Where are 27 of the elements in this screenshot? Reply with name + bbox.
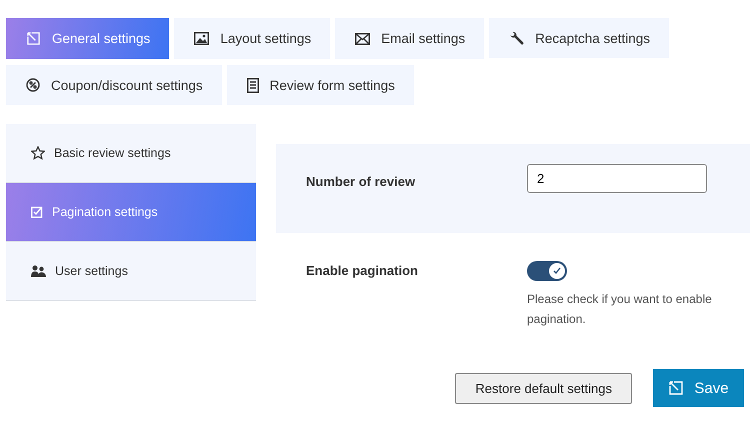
percent-icon bbox=[26, 78, 40, 92]
number-field[interactable]: 2 bbox=[527, 164, 707, 193]
settings-tab[interactable]: Layout settings bbox=[174, 18, 330, 59]
edit-icon bbox=[26, 31, 41, 46]
save-button[interactable]: Save bbox=[653, 369, 744, 407]
star-icon bbox=[31, 146, 45, 160]
save-icon bbox=[668, 380, 684, 396]
settings-tab[interactable]: Email settings bbox=[335, 18, 484, 59]
settings-tab[interactable]: Recaptcha settings bbox=[489, 18, 669, 58]
document-icon bbox=[246, 78, 259, 92]
image-icon bbox=[194, 32, 210, 45]
users-icon bbox=[31, 265, 46, 277]
settings-tab[interactable]: Review form settings bbox=[226, 65, 414, 105]
toggle-switch[interactable] bbox=[527, 261, 567, 281]
restore-defaults-button[interactable]: Restore default settings bbox=[455, 372, 632, 404]
setting-label: Number of review bbox=[306, 174, 416, 191]
checkbox-icon bbox=[31, 206, 43, 218]
sidebar-item[interactable]: User settings bbox=[6, 242, 256, 301]
help-text: Please check if you want to enable pagination. bbox=[527, 291, 713, 328]
wrench-icon bbox=[509, 30, 524, 46]
settings-tab[interactable]: Coupon/discount settings bbox=[6, 65, 222, 105]
sidebar-item[interactable]: Pagination settings bbox=[6, 183, 256, 242]
envelope-icon bbox=[355, 32, 370, 44]
setting-label: Enable pagination bbox=[306, 263, 419, 280]
settings-tab[interactable]: General settings bbox=[6, 18, 170, 59]
check-icon bbox=[553, 267, 561, 275]
sidebar-item[interactable]: Basic review settings bbox=[6, 124, 256, 183]
